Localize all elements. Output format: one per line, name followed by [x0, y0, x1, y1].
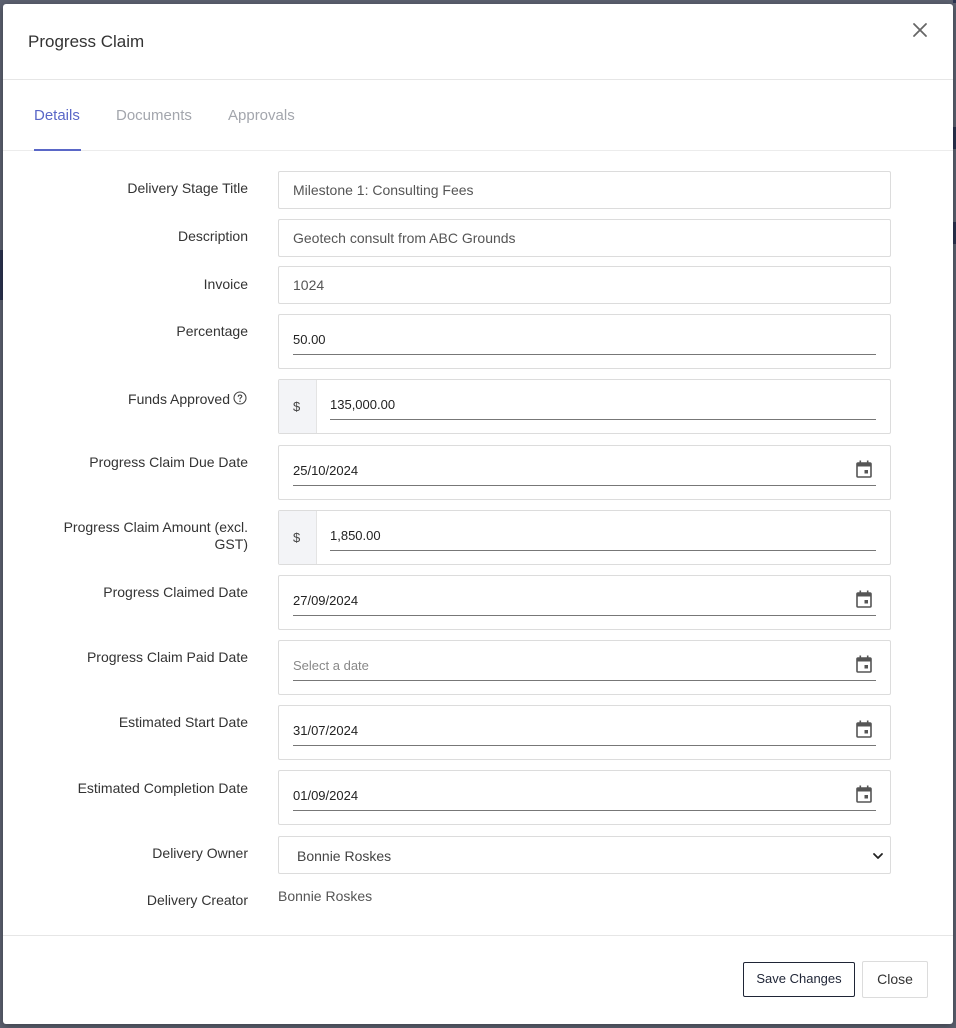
currency-prefix: $	[279, 380, 317, 433]
input-underline	[293, 485, 876, 486]
calendar-icon[interactable]	[856, 460, 872, 478]
tab-approvals[interactable]: Approvals	[228, 107, 295, 124]
estimated-start-date-label: Estimated Start Date	[118, 714, 248, 730]
progress-claim-amount-label: Progress Claim Amount (excl. GST)	[64, 519, 248, 553]
close-button[interactable]: Close	[862, 961, 928, 998]
currency-prefix: $	[279, 511, 317, 564]
invoice-input[interactable]: 1024	[278, 266, 891, 304]
help-circle-icon[interactable]	[233, 391, 247, 405]
percentage-label: Percentage	[176, 323, 248, 339]
input-underline	[293, 745, 876, 746]
estimated-start-date-value: 31/07/2024	[293, 723, 359, 738]
percentage-value: 50.00	[293, 332, 326, 347]
calendar-icon[interactable]	[856, 655, 872, 673]
close-icon[interactable]	[908, 18, 932, 42]
progress-claim-paid-date-input[interactable]: Select a date	[278, 640, 891, 695]
progress-claim-modal: Progress Claim Details Documents Approva…	[3, 4, 953, 1024]
currency-symbol: $	[293, 399, 301, 414]
modal-header: Progress Claim	[3, 4, 953, 80]
progress-claim-due-date-value: 25/10/2024	[293, 463, 359, 478]
progress-claimed-date-label: Progress Claimed Date	[103, 584, 248, 600]
progress-claim-amount-value: 1,850.00	[330, 528, 381, 543]
delivery-stage-title-input[interactable]: Milestone 1: Consulting Fees	[278, 171, 891, 209]
input-underline	[330, 550, 876, 551]
currency-symbol: $	[293, 530, 301, 545]
description-value: Geotech consult from ABC Grounds	[293, 230, 516, 246]
delivery-creator-label: Delivery Creator	[146, 892, 248, 908]
funds-approved-label: Funds Approved	[128, 391, 230, 407]
progress-claim-amount-label-line2: GST)	[214, 536, 248, 552]
input-underline	[293, 810, 876, 811]
input-underline	[330, 419, 876, 420]
delivery-stage-title-value: Milestone 1: Consulting Fees	[293, 182, 474, 198]
progress-claim-due-date-input[interactable]: 25/10/2024	[278, 445, 891, 500]
progress-claimed-date-input[interactable]: 27/09/2024	[278, 575, 891, 630]
progress-claim-paid-date-label: Progress Claim Paid Date	[86, 649, 248, 665]
delivery-owner-label: Delivery Owner	[152, 845, 248, 861]
estimated-completion-date-value: 01/09/2024	[293, 788, 359, 803]
delivery-owner-select[interactable]: Bonnie Roskes	[278, 836, 891, 874]
description-label: Description	[177, 228, 248, 244]
progress-claim-due-date-label: Progress Claim Due Date	[89, 454, 248, 470]
calendar-icon[interactable]	[856, 590, 872, 608]
delivery-owner-value: Bonnie Roskes	[297, 848, 392, 864]
tab-documents[interactable]: Documents	[116, 107, 192, 124]
tab-details[interactable]: Details	[34, 107, 80, 124]
tab-bar: Details Documents Approvals	[3, 80, 953, 151]
delivery-creator-value: Bonnie Roskes	[278, 888, 373, 904]
percentage-input[interactable]: 50.00	[278, 314, 891, 369]
invoice-value: 1024	[293, 277, 325, 293]
active-tab-indicator	[34, 149, 81, 151]
modal-title: Progress Claim	[28, 32, 145, 51]
calendar-icon[interactable]	[856, 785, 872, 803]
input-underline	[293, 680, 876, 681]
chevron-down-icon	[873, 853, 883, 859]
delivery-stage-title-label: Delivery Stage Title	[127, 180, 248, 196]
estimated-completion-date-input[interactable]: 01/09/2024	[278, 770, 891, 825]
progress-claim-amount-label-line1: Progress Claim Amount (excl.	[63, 519, 248, 535]
progress-claim-amount-input[interactable]: $ 1,850.00	[278, 510, 891, 565]
estimated-start-date-input[interactable]: 31/07/2024	[278, 705, 891, 760]
calendar-icon[interactable]	[856, 720, 872, 738]
progress-claimed-date-value: 27/09/2024	[293, 593, 359, 608]
progress-claim-paid-date-placeholder: Select a date	[293, 658, 369, 673]
save-changes-button[interactable]: Save Changes	[743, 962, 855, 997]
funds-approved-input[interactable]: $ 135,000.00	[278, 379, 891, 434]
estimated-completion-date-label: Estimated Completion Date	[77, 780, 248, 796]
funds-approved-value: 135,000.00	[330, 397, 396, 412]
input-underline	[293, 354, 876, 355]
input-underline	[293, 615, 876, 616]
footer-divider	[3, 935, 953, 936]
invoice-label: Invoice	[203, 276, 248, 292]
description-input[interactable]: Geotech consult from ABC Grounds	[278, 219, 891, 257]
